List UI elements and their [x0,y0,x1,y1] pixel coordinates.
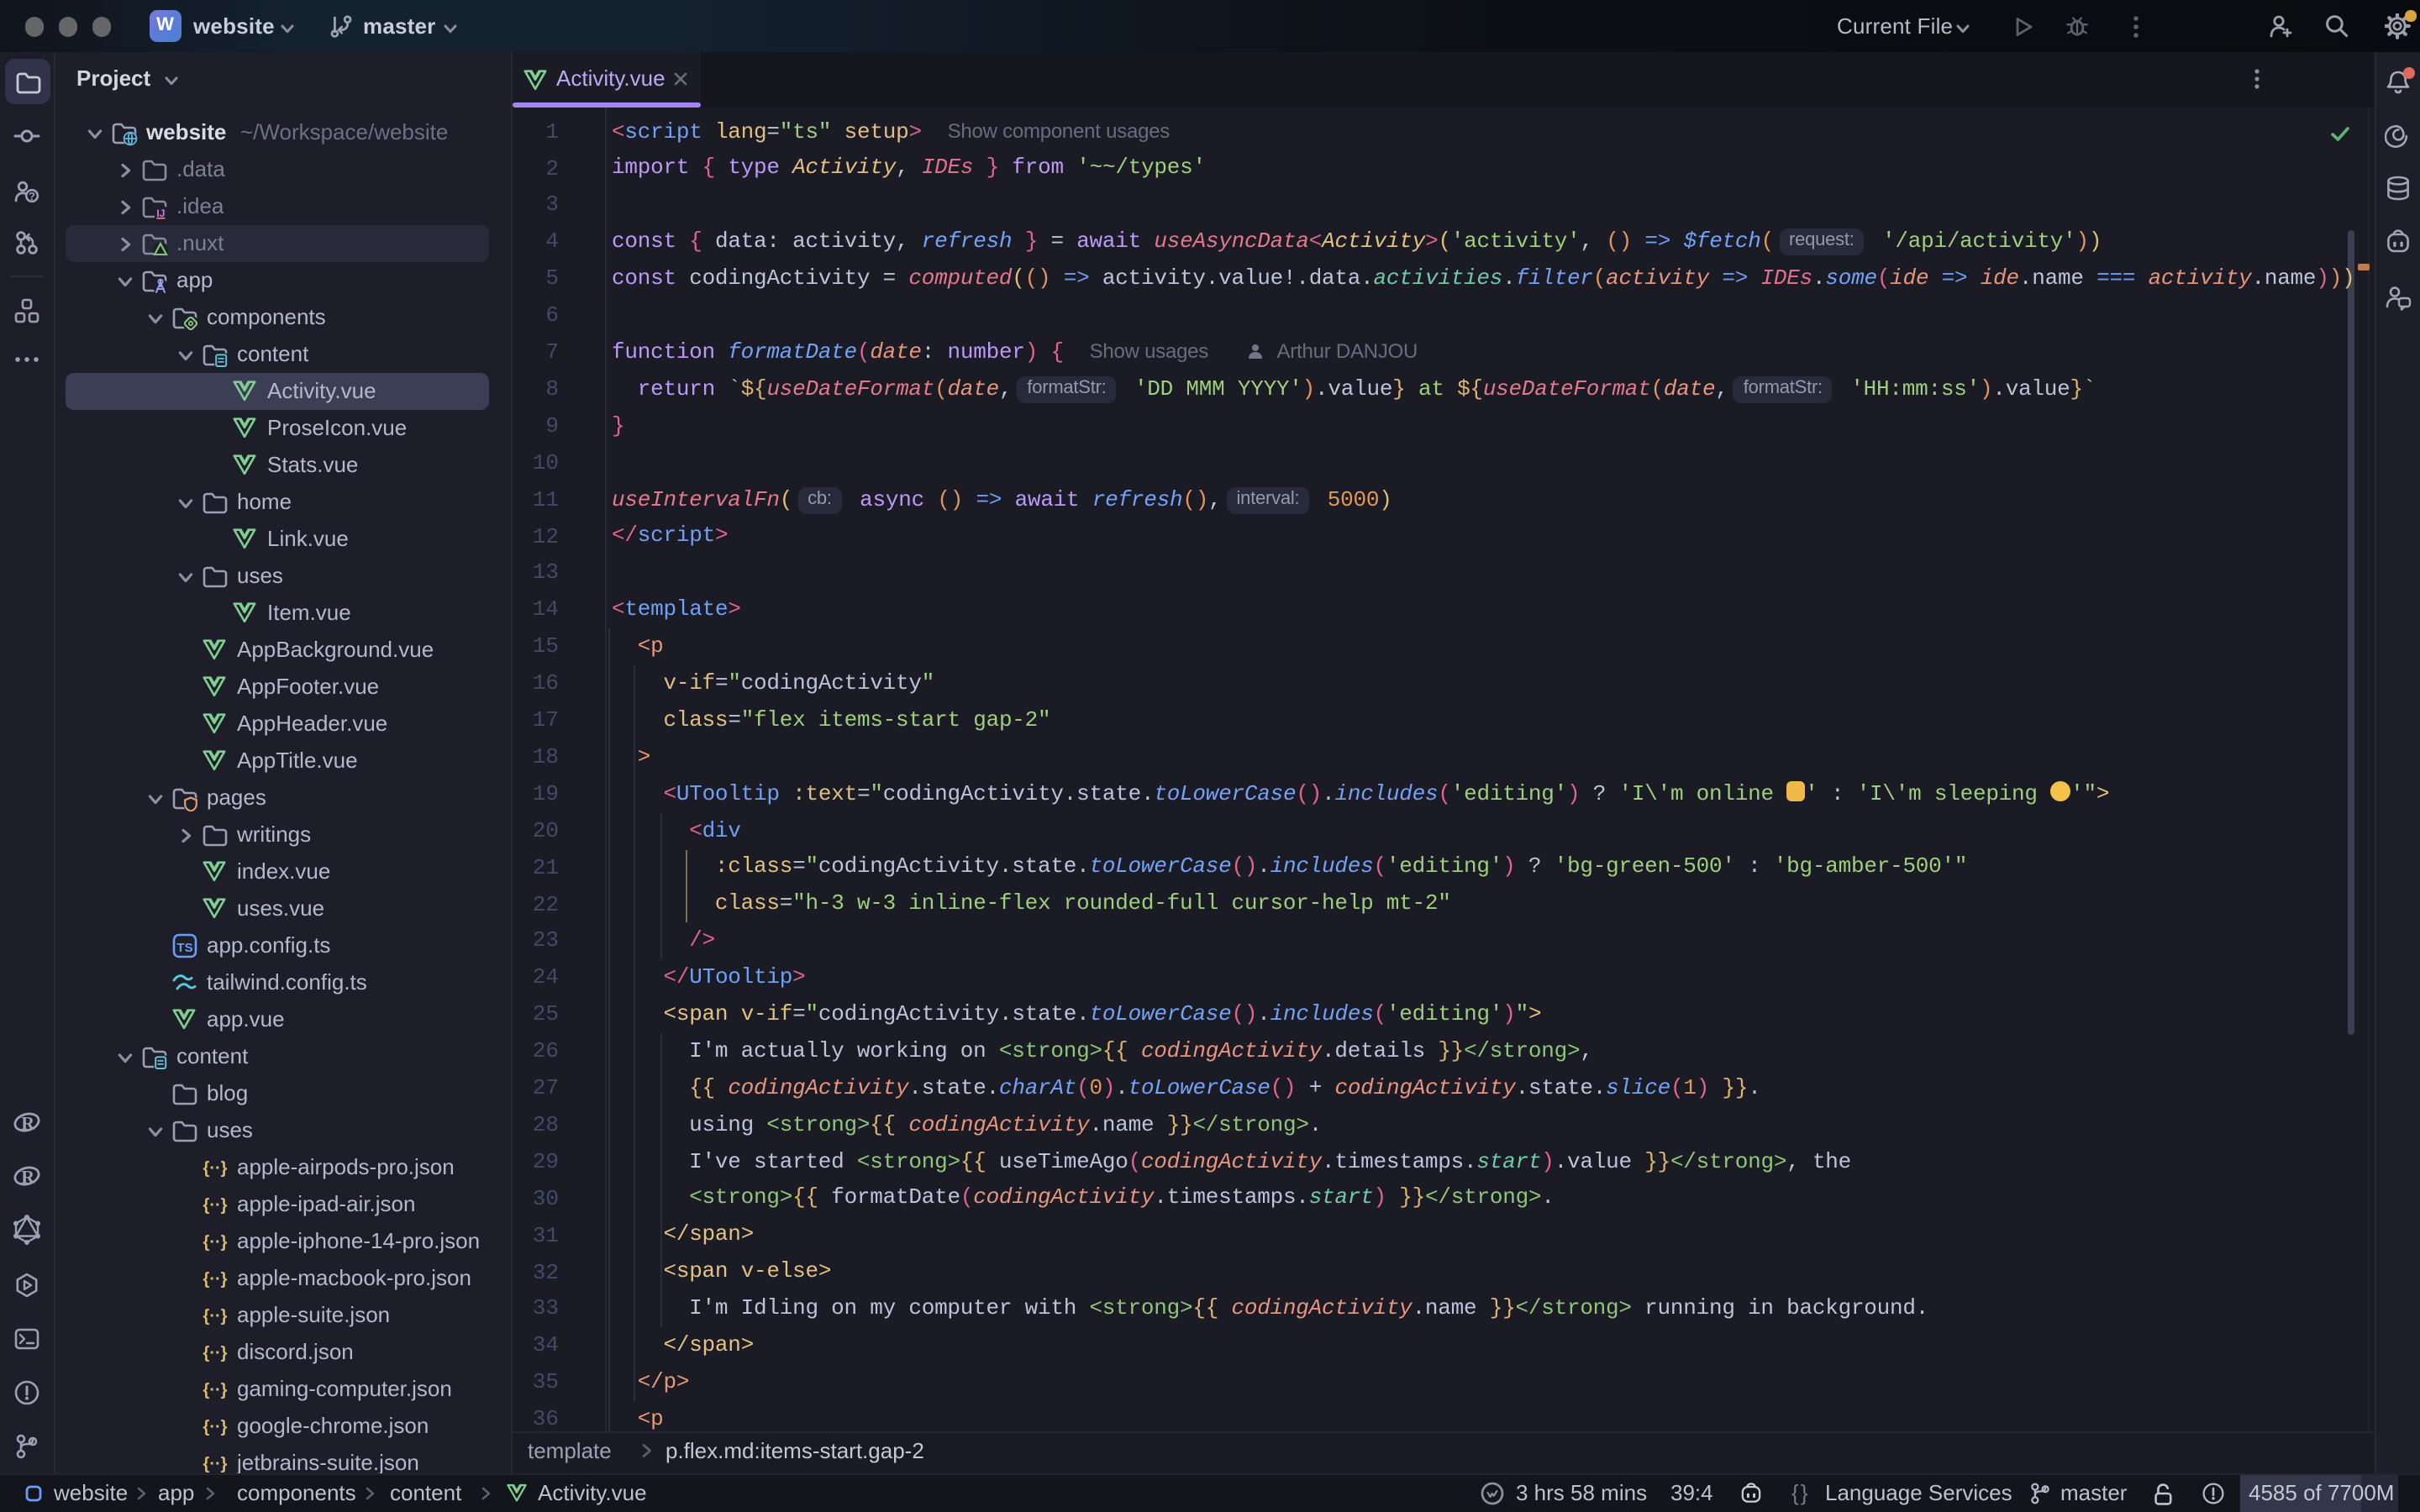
svg-text:TS: TS [176,941,192,955]
svg-text:{··}: {··} [203,1270,228,1289]
svg-text:{··}: {··} [203,1307,228,1326]
svg-text:{··}: {··} [203,1381,228,1399]
svg-text:{··}: {··} [203,1159,228,1178]
svg-text:{··}: {··} [203,1344,228,1362]
svg-text:{··}: {··} [203,1196,228,1215]
svg-text:?: ? [29,189,35,202]
svg-text:{··}: {··} [203,1418,228,1436]
svg-text:R: R [21,1166,35,1187]
svg-text:R: R [21,1111,35,1132]
svg-text:{··}: {··} [203,1233,228,1252]
svg-text:{··}: {··} [203,1455,228,1473]
